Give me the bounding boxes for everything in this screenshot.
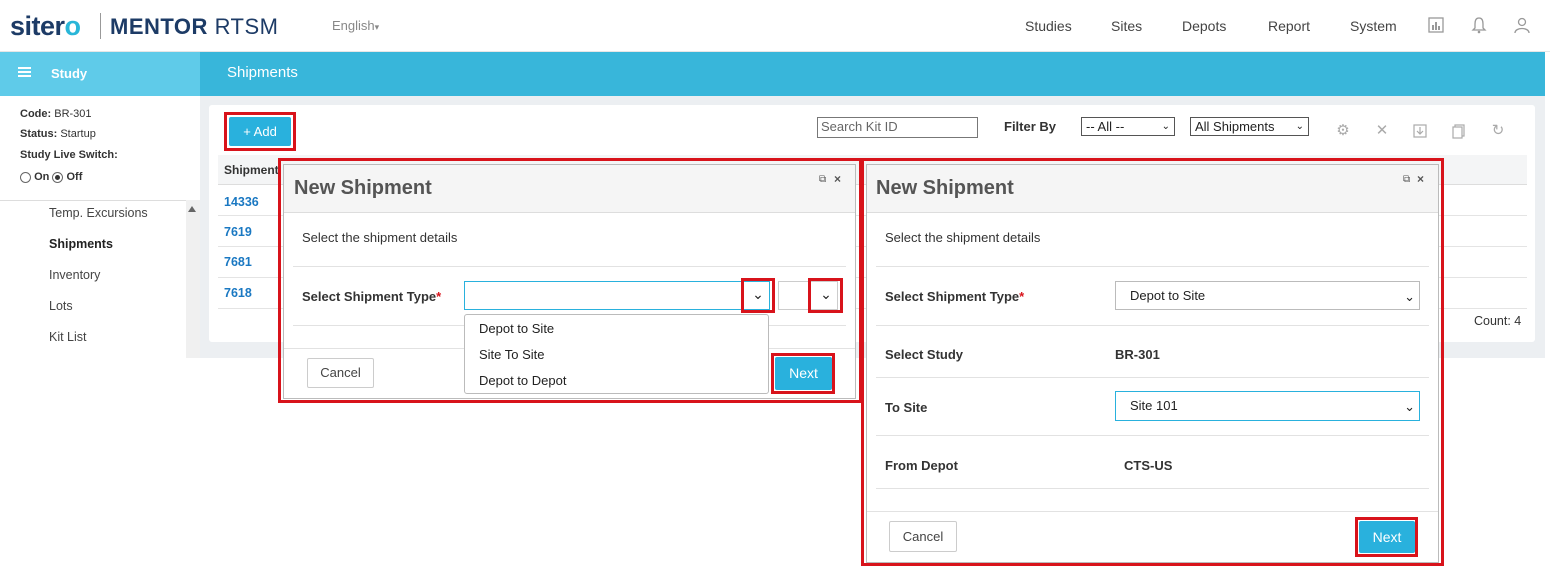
logo: sitero	[10, 11, 81, 41]
bell-icon[interactable]	[1470, 16, 1488, 34]
divider	[293, 266, 846, 267]
shipment-type-select[interactable]: Depot to Site ⌄	[1115, 281, 1420, 310]
sidebar-scrollbar[interactable]	[186, 200, 200, 358]
radio-off-label: Off	[66, 171, 83, 183]
add-button[interactable]: + Add	[229, 117, 291, 146]
footer-divider	[867, 511, 1438, 512]
sidebar-item-inventory[interactable]: Inventory	[49, 268, 100, 282]
cancel-button[interactable]: Cancel	[307, 358, 374, 388]
filter-shipments-select[interactable]: All Shipments ⌄	[1190, 117, 1309, 136]
search-input[interactable]: Search Kit ID	[817, 117, 978, 138]
column-header-shipment[interactable]: Shipment	[224, 163, 279, 177]
chevron-down-icon: ⌄	[1404, 289, 1415, 304]
divider	[876, 325, 1429, 326]
new-shipment-dialog-2	[866, 164, 1439, 563]
nav-studies[interactable]: Studies	[1025, 18, 1072, 34]
nav-sites[interactable]: Sites	[1111, 18, 1142, 34]
next-button[interactable]: Next	[775, 357, 832, 390]
next-button[interactable]: Next	[1359, 521, 1415, 553]
expand-icon[interactable]: ⧉	[1403, 174, 1410, 185]
shipment-id-link[interactable]: 7681	[224, 255, 252, 269]
dialog-subtitle: Select the shipment details	[885, 230, 1041, 245]
sidebar-item-shipments[interactable]: Shipments	[49, 237, 113, 251]
study-status: Status: Startup	[20, 128, 96, 140]
option-site-to-site[interactable]: Site To Site	[479, 347, 545, 362]
to-site-label: To Site	[885, 400, 928, 415]
cancel-button[interactable]: Cancel	[889, 521, 957, 552]
filter-by-label: Filter By	[1004, 119, 1057, 134]
close-icon[interactable]: ×	[1417, 172, 1424, 186]
settings-icon[interactable]: ⚙	[1335, 123, 1351, 139]
divider	[876, 266, 1429, 267]
close-icon[interactable]: ×	[834, 172, 841, 186]
study-live-switch-label: Study Live Switch:	[20, 149, 118, 161]
shipment-type-select[interactable]	[464, 281, 770, 310]
chevron-down-icon[interactable]: ⌄	[815, 286, 837, 303]
clear-icon[interactable]: ✕	[1374, 123, 1390, 139]
copy-icon[interactable]	[1451, 123, 1467, 139]
row-count: Count: 4	[1474, 314, 1522, 328]
download-icon[interactable]	[1412, 123, 1428, 139]
sidebar-item-kit-list[interactable]: Kit List	[49, 330, 87, 344]
chevron-down-icon: ⌄	[1295, 121, 1304, 132]
menu-icon[interactable]	[18, 67, 31, 77]
nav-report[interactable]: Report	[1268, 18, 1310, 34]
option-depot-to-depot[interactable]: Depot to Depot	[479, 373, 566, 388]
user-icon[interactable]	[1513, 16, 1531, 34]
dialog-subtitle: Select the shipment details	[302, 230, 458, 245]
scroll-up-icon[interactable]	[188, 206, 196, 212]
study-live-switch: On Off	[20, 171, 82, 183]
shipment-id-link[interactable]: 7619	[224, 225, 252, 239]
expand-icon[interactable]: ⧉	[819, 174, 826, 185]
divider	[876, 435, 1429, 436]
select-study-value: BR-301	[1115, 347, 1160, 362]
chevron-down-icon: ⌄	[1404, 399, 1415, 414]
chevron-down-icon[interactable]: ⌄	[747, 286, 769, 303]
chevron-down-icon: ⌄	[1161, 121, 1170, 132]
nav-system[interactable]: System	[1350, 18, 1397, 34]
radio-on[interactable]	[20, 171, 31, 183]
page-title: Shipments	[227, 64, 298, 81]
refresh-icon[interactable]: ↻	[1490, 123, 1506, 139]
logo-divider	[100, 13, 101, 39]
sidebar-item-lots[interactable]: Lots	[49, 299, 73, 313]
shipment-type-label: Select Shipment Type*	[302, 289, 442, 304]
sidebar-item-temp-excursions[interactable]: Temp. Excursions	[49, 206, 148, 220]
nav-depots[interactable]: Depots	[1182, 18, 1226, 34]
language-dropdown[interactable]: English▾	[332, 18, 379, 33]
shipment-id-link[interactable]: 7618	[224, 286, 252, 300]
select-study-label: Select Study	[885, 347, 964, 362]
shipment-type-label: Select Shipment Type*	[885, 289, 1025, 304]
radio-off[interactable]	[52, 171, 64, 183]
study-code: Code: BR-301	[20, 108, 92, 120]
from-depot-value: CTS-US	[1124, 458, 1173, 473]
from-depot-label: From Depot	[885, 458, 958, 473]
radio-on-label: On	[34, 171, 50, 183]
shipment-id-link[interactable]: 14336	[224, 195, 259, 209]
study-label: Study	[51, 66, 88, 81]
dashboard-icon[interactable]	[1427, 16, 1445, 34]
product-name: MENTOR RTSM	[110, 14, 279, 39]
divider	[876, 377, 1429, 378]
divider	[876, 488, 1429, 489]
filter-all-select[interactable]: -- All -- ⌄	[1081, 117, 1175, 136]
sidebar-divider	[0, 200, 186, 201]
to-site-select[interactable]: Site 101 ⌄	[1115, 391, 1420, 421]
dialog-title: New Shipment	[876, 177, 1014, 199]
option-depot-to-site[interactable]: Depot to Site	[479, 321, 554, 336]
dialog-title: New Shipment	[294, 177, 432, 199]
